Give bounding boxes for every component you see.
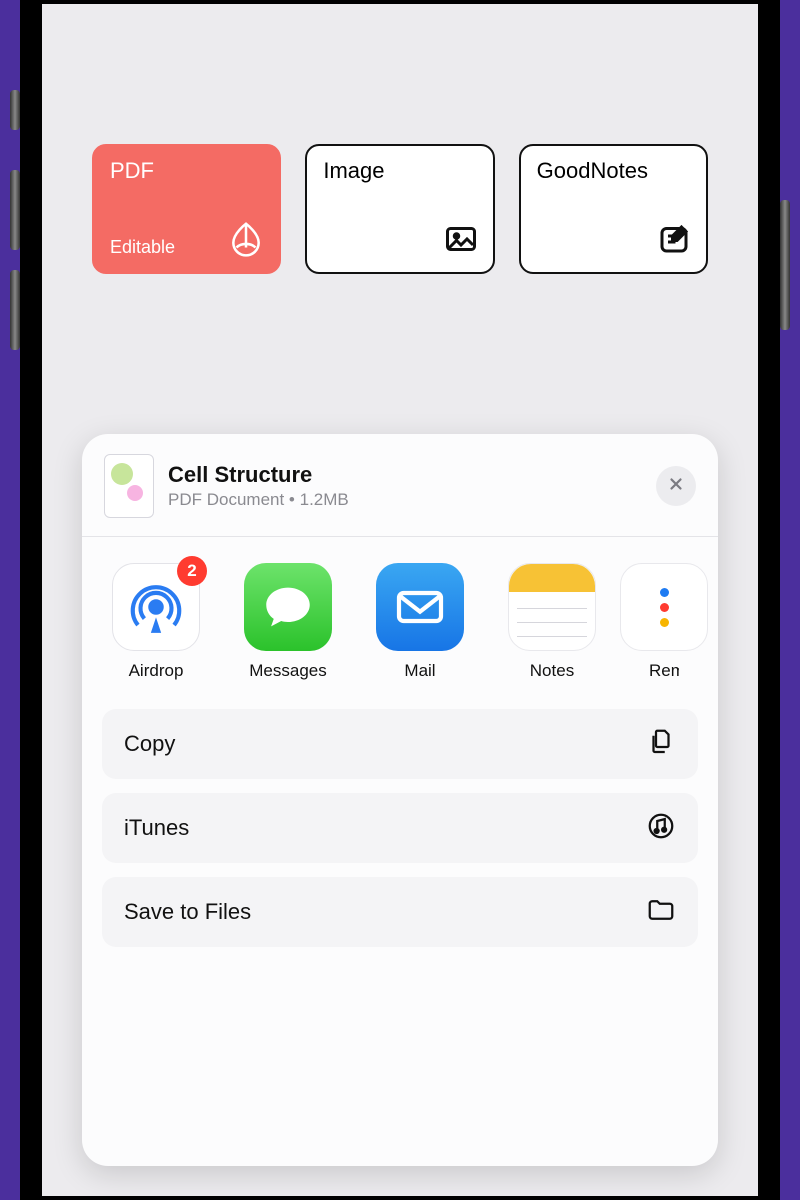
share-app-airdrop[interactable]: 2 Airdrop — [108, 563, 204, 681]
format-subtitle: Editable — [110, 237, 175, 258]
share-app-label: Mail — [404, 661, 435, 681]
phone-side-button — [10, 170, 20, 250]
notification-badge: 2 — [177, 556, 207, 586]
share-sheet-header: Cell Structure PDF Document • 1.2MB — [82, 434, 718, 537]
notes-icon — [508, 563, 596, 651]
action-label: Copy — [124, 731, 175, 757]
format-title: Image — [323, 158, 476, 184]
share-app-label: Messages — [249, 661, 326, 681]
itunes-icon — [646, 811, 676, 846]
reminders-icon — [620, 563, 708, 651]
close-icon — [667, 475, 685, 498]
phone-side-button — [10, 90, 20, 130]
screen: PDF Editable Image — [42, 4, 758, 1196]
share-sheet: Cell Structure PDF Document • 1.2MB — [82, 434, 718, 1166]
pdf-icon — [227, 219, 265, 262]
image-icon — [443, 221, 479, 262]
share-app-label: Notes — [530, 661, 574, 681]
share-app-row[interactable]: 2 Airdrop Messages — [82, 537, 718, 695]
copy-icon — [646, 727, 676, 762]
mail-icon — [376, 563, 464, 651]
airdrop-icon: 2 — [112, 563, 200, 651]
share-actions: Copy iTunes — [82, 695, 718, 947]
action-label: iTunes — [124, 815, 189, 841]
action-copy[interactable]: Copy — [102, 709, 698, 779]
phone-frame: PDF Editable Image — [20, 0, 780, 1200]
share-app-label: Airdrop — [129, 661, 184, 681]
phone-side-button — [780, 200, 790, 330]
share-app-messages[interactable]: Messages — [240, 563, 336, 681]
phone-side-button — [10, 270, 20, 350]
file-meta: PDF Document • 1.2MB — [168, 490, 642, 510]
close-button[interactable] — [656, 466, 696, 506]
file-info: Cell Structure PDF Document • 1.2MB — [168, 462, 642, 510]
notebook-icon — [656, 221, 692, 262]
format-picker: PDF Editable Image — [92, 144, 708, 274]
share-app-label: Reminders — [649, 661, 679, 681]
action-label: Save to Files — [124, 899, 251, 925]
messages-icon — [244, 563, 332, 651]
format-card-pdf[interactable]: PDF Editable — [92, 144, 281, 274]
format-card-image[interactable]: Image — [305, 144, 494, 274]
share-app-reminders[interactable]: Reminders — [636, 563, 692, 681]
action-itunes[interactable]: iTunes — [102, 793, 698, 863]
format-title: GoodNotes — [537, 158, 690, 184]
file-title: Cell Structure — [168, 462, 642, 488]
folder-icon — [646, 895, 676, 930]
format-card-goodnotes[interactable]: GoodNotes — [519, 144, 708, 274]
file-thumbnail — [104, 454, 154, 518]
format-title: PDF — [110, 158, 263, 184]
share-app-notes[interactable]: Notes — [504, 563, 600, 681]
action-save-to-files[interactable]: Save to Files — [102, 877, 698, 947]
share-app-mail[interactable]: Mail — [372, 563, 468, 681]
